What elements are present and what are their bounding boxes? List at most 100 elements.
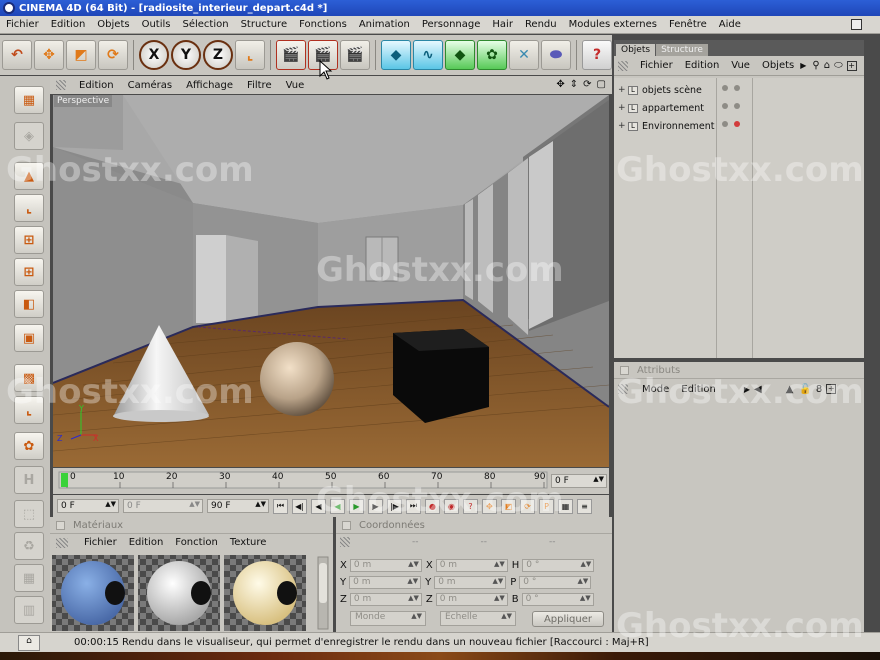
lock-icon[interactable]: 🔓 bbox=[799, 384, 811, 395]
tab-objets[interactable]: Objets bbox=[616, 44, 656, 56]
size-y-field[interactable]: 0 m ▲▼ bbox=[434, 575, 507, 589]
spline-button[interactable]: ∿ bbox=[413, 40, 443, 70]
render-settings-button[interactable]: 🎬 bbox=[340, 40, 370, 70]
materials-scroll-thumb[interactable] bbox=[319, 563, 327, 603]
deformer-button[interactable]: ✕ bbox=[509, 40, 539, 70]
object-row-appartement[interactable]: + L appartement bbox=[614, 99, 864, 117]
timeline[interactable]: 0 10 20 30 40 50 60 70 80 90 0 F ▲▼ bbox=[53, 468, 609, 494]
visibility-dots[interactable] bbox=[722, 121, 740, 127]
perspective-view-label[interactable]: Perspective bbox=[54, 95, 113, 107]
objects-menu-edition[interactable]: Edition bbox=[679, 60, 726, 71]
new-window-icon[interactable]: + bbox=[846, 60, 857, 71]
visibility-dots[interactable] bbox=[722, 103, 740, 109]
search-icon[interactable]: ⚲ bbox=[812, 60, 819, 71]
menu-aide[interactable]: Aide bbox=[713, 19, 747, 30]
previous-key-button[interactable]: ◀| bbox=[292, 498, 307, 514]
up-arrow-icon[interactable]: ▲ bbox=[786, 384, 794, 395]
expand-icon[interactable]: + bbox=[618, 121, 626, 131]
new-window-icon[interactable]: + bbox=[826, 384, 837, 394]
position-key-button[interactable]: ✥ bbox=[482, 498, 497, 514]
position-y-field[interactable]: 0 m ▲▼ bbox=[349, 575, 422, 589]
tab-structure[interactable]: Structure bbox=[656, 44, 708, 56]
menu-modules-externes[interactable]: Modules externes bbox=[563, 19, 663, 30]
pla-key-button[interactable]: ▦ bbox=[558, 498, 573, 514]
menu-personnage[interactable]: Personnage bbox=[416, 19, 487, 30]
panel-toggle[interactable] bbox=[342, 520, 351, 530]
restore-window-button[interactable] bbox=[851, 19, 862, 30]
start-frame-field[interactable]: 0 F ▲▼ bbox=[57, 499, 119, 513]
menu-fenetre[interactable]: Fenêtre bbox=[663, 19, 713, 30]
timeline-options-button[interactable]: ≡ bbox=[577, 498, 592, 514]
quantize-button[interactable]: ⬚ bbox=[14, 500, 44, 528]
axis-z-lock-button[interactable]: Z bbox=[203, 40, 233, 70]
animation-mode-button[interactable]: ▣ bbox=[14, 324, 44, 352]
3d-viewport[interactable]: Y X Z Perspective bbox=[53, 95, 609, 467]
polygons-mode-button[interactable]: ◧ bbox=[14, 290, 44, 318]
go-to-end-button[interactable]: ⏭ bbox=[406, 498, 421, 514]
material-swatch-1[interactable] bbox=[52, 555, 134, 631]
next-key-button[interactable]: |▶ bbox=[387, 498, 402, 514]
layout-button[interactable]: ▥ bbox=[14, 596, 44, 624]
attributes-menu-edition[interactable]: Edition bbox=[675, 384, 722, 395]
attributes-menu-mode[interactable]: Mode bbox=[636, 384, 675, 395]
viewport-menu-edition[interactable]: Edition bbox=[72, 80, 121, 91]
parameter-key-button[interactable]: P bbox=[539, 498, 554, 514]
tweak-mode-button[interactable]: ▩ bbox=[14, 364, 44, 392]
texture-mode-button[interactable]: ◈ bbox=[14, 122, 44, 150]
menu-more-arrow-icon[interactable]: ▶ bbox=[744, 385, 750, 394]
materials-menu-texture[interactable]: Texture bbox=[224, 537, 273, 548]
menu-fichier[interactable]: Fichier bbox=[0, 19, 45, 30]
menu-edition[interactable]: Edition bbox=[45, 19, 92, 30]
expand-icon[interactable]: + bbox=[618, 85, 626, 95]
menu-selection[interactable]: Sélection bbox=[176, 19, 234, 30]
recycle-button[interactable]: ♻ bbox=[14, 532, 44, 560]
menu-fonctions[interactable]: Fonctions bbox=[293, 19, 353, 30]
grid-button[interactable]: ▦ bbox=[14, 564, 44, 592]
scale-key-button[interactable]: ◩ bbox=[501, 498, 516, 514]
preview-frame-field[interactable]: 0 F ▲▼ bbox=[123, 499, 203, 513]
menu-more-arrow-icon[interactable]: ▶ bbox=[800, 61, 806, 70]
help-button[interactable]: ? bbox=[582, 40, 612, 70]
materials-menu-edition[interactable]: Edition bbox=[123, 537, 170, 548]
panel-toggle[interactable] bbox=[56, 520, 65, 530]
cube-primitive-button[interactable]: ◆ bbox=[381, 40, 411, 70]
next-frame-button[interactable]: ▶ bbox=[368, 498, 383, 514]
keyframe-selection-button[interactable]: ? bbox=[463, 498, 478, 514]
undo-button[interactable]: ↶ bbox=[2, 40, 32, 70]
size-x-field[interactable]: 0 m ▲▼ bbox=[435, 558, 508, 572]
object-name[interactable]: Environnement bbox=[642, 121, 715, 132]
viewport-menu-cameras[interactable]: Caméras bbox=[121, 80, 179, 91]
menu-animation[interactable]: Animation bbox=[353, 19, 416, 30]
scene-object-button[interactable]: ⬬ bbox=[541, 40, 571, 70]
axis-mode-button[interactable]: ⌞ bbox=[14, 194, 44, 222]
coordinate-system-button[interactable]: ⌞ bbox=[235, 40, 265, 70]
rotation-key-button[interactable]: ⟳ bbox=[520, 498, 535, 514]
position-z-field[interactable]: 0 m ▲▼ bbox=[349, 592, 422, 606]
materials-menu-fonction[interactable]: Fonction bbox=[169, 537, 224, 548]
coordinate-mode-select[interactable]: Monde ▲▼ bbox=[350, 611, 426, 626]
objects-menu-fichier[interactable]: Fichier bbox=[634, 60, 679, 71]
record-button[interactable]: ● bbox=[425, 498, 440, 514]
edges-mode-button[interactable]: ⊞ bbox=[14, 258, 44, 286]
menu-rendu[interactable]: Rendu bbox=[519, 19, 563, 30]
coordinate-scale-select[interactable]: Echelle ▲▼ bbox=[440, 611, 516, 626]
expand-icon[interactable]: + bbox=[618, 103, 626, 113]
current-frame-field[interactable]: 0 F ▲▼ bbox=[551, 474, 607, 488]
link-icon[interactable]: 8 bbox=[816, 384, 822, 395]
panel-toggle[interactable] bbox=[620, 365, 629, 375]
render-view-button[interactable]: 🎬 bbox=[276, 40, 306, 70]
editor-visibility-icon[interactable] bbox=[722, 103, 728, 109]
home-icon[interactable]: ⌂ bbox=[824, 60, 830, 71]
viewport-menu-filtre[interactable]: Filtre bbox=[240, 80, 279, 91]
render-visibility-icon[interactable] bbox=[734, 121, 740, 127]
playhead[interactable] bbox=[61, 473, 68, 487]
move-tool-button[interactable]: ✥ bbox=[34, 40, 64, 70]
workplane-button[interactable]: ⌞ bbox=[14, 396, 44, 424]
viewport-menu-vue[interactable]: Vue bbox=[279, 80, 312, 91]
editor-visibility-icon[interactable] bbox=[722, 85, 728, 91]
scale-tool-button[interactable]: ◩ bbox=[66, 40, 96, 70]
menu-outils[interactable]: Outils bbox=[136, 19, 177, 30]
snap-button[interactable]: H bbox=[14, 466, 44, 494]
object-row-environnement[interactable]: + L Environnement bbox=[614, 117, 864, 135]
position-x-field[interactable]: 0 m ▲▼ bbox=[349, 558, 422, 572]
